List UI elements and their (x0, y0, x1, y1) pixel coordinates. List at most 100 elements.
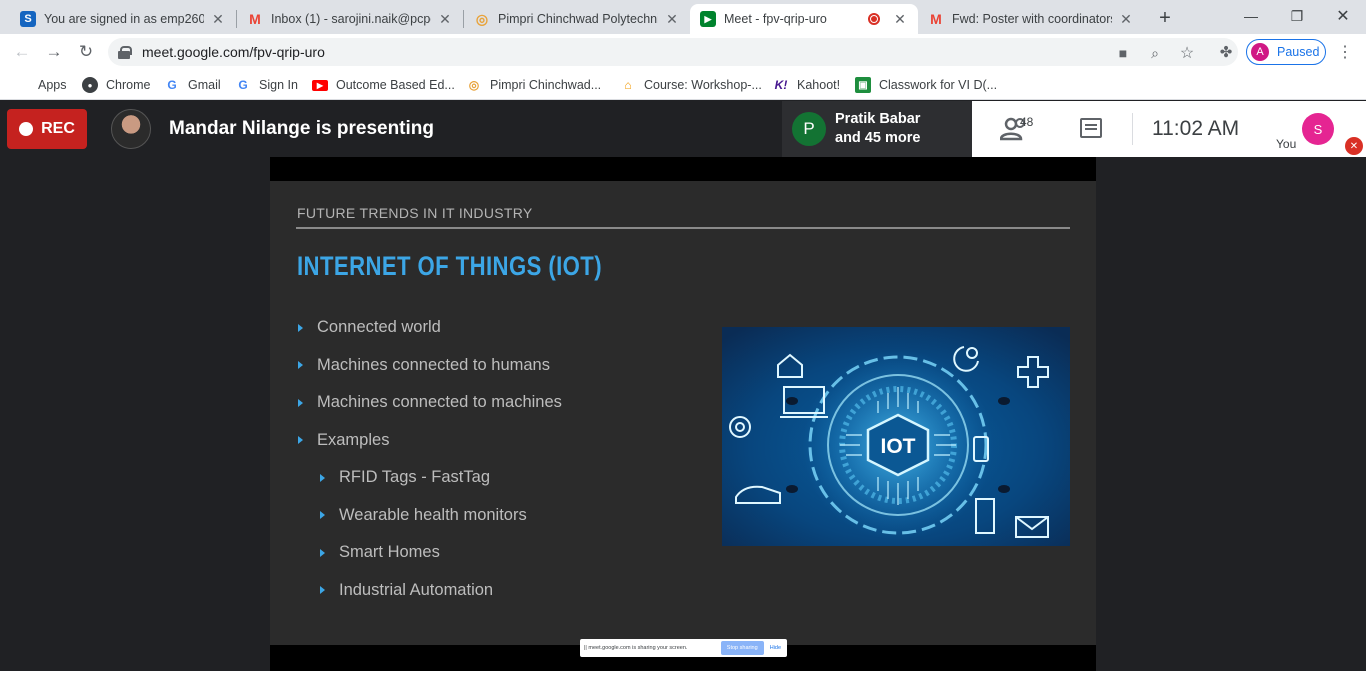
bookmark-chrome[interactable]: ● Chrome (82, 76, 150, 94)
bookmark-label: Chrome (106, 78, 151, 92)
bookmark-course-workshop[interactable]: ⌂ Course: Workshop-... (620, 76, 762, 94)
menu-kebab-icon[interactable]: ⋮ (1333, 40, 1357, 64)
profile-button[interactable]: A Paused (1246, 39, 1326, 65)
people-count-badge: 48 (1020, 115, 1034, 129)
tab-signed-in[interactable]: S You are signed in as emp260 ✕ (10, 4, 236, 34)
tab-meet-active[interactable]: ▶ Meet - fpv-qrip-uro ✕ (690, 4, 918, 34)
bullet-item: Machines connected to machines (298, 384, 562, 422)
bullet-arrow-icon (320, 586, 325, 595)
hide-button[interactable]: Hide (770, 645, 781, 651)
slide-rule (296, 227, 1070, 229)
presentation-stage: FUTURE TRENDS IN IT INDUSTRY INTERNET OF… (0, 157, 1366, 671)
screen-share-notice: || meet.google.com is sharing your scree… (580, 639, 787, 657)
browser-toolbar: ← → ↻ meet.google.com/fpv-qrip-uro ■ ⌕ ☆… (0, 34, 1366, 70)
sub-bullet-item: Smart Homes (298, 534, 562, 572)
bottom-strip (0, 671, 1366, 676)
gmail-icon: M (249, 11, 261, 27)
google-icon: G (167, 78, 177, 92)
tab-fwd-poster[interactable]: M Fwd: Poster with coordinators ✕ (918, 4, 1144, 34)
forward-button[interactable]: → (42, 40, 66, 64)
bookmark-label: Pimpri Chinchwad... (490, 78, 602, 92)
chat-icon[interactable] (1080, 118, 1102, 138)
bookmark-label: Kahoot! (797, 78, 841, 92)
participant-summary: Pratik Babar and 45 more (835, 110, 920, 148)
bullet-arrow-icon (320, 548, 325, 557)
bookmark-sign-in[interactable]: G Sign In (235, 76, 298, 94)
reload-button[interactable]: ↻ (74, 40, 98, 64)
restore-button[interactable]: ❐ (1274, 0, 1320, 32)
slide: FUTURE TRENDS IN IT INDUSTRY INTERNET OF… (270, 181, 1096, 657)
camera-icon[interactable]: ■ (1114, 44, 1132, 62)
iot-illustration: IOT (722, 327, 1070, 546)
bullet-arrow-icon (298, 361, 303, 370)
bookmark-outcome-based[interactable]: ▶ Outcome Based Ed... (312, 76, 455, 94)
sub-bullet-item: Industrial Automation (298, 572, 562, 610)
bookmark-pimpri-chinchwad[interactable]: ◎ Pimpri Chinchwad... (466, 76, 601, 94)
bookmark-label: Sign In (259, 78, 298, 92)
close-icon[interactable]: ✕ (210, 11, 226, 27)
bookmark-gmail[interactable]: G Gmail (164, 76, 220, 94)
bullet-arrow-icon (320, 511, 325, 520)
profile-status: Paused (1277, 45, 1320, 59)
profile-avatar: A (1251, 43, 1269, 61)
classroom-icon: ▣ (855, 77, 871, 93)
bookmark-label: Apps (38, 78, 67, 92)
bullet-text: Connected world (317, 318, 441, 337)
mic-off-icon: ✕ (1345, 137, 1363, 155)
sub-bullet-item: Wearable health monitors (298, 497, 562, 535)
address-bar[interactable]: meet.google.com/fpv-qrip-uro ■ ⌕ ☆ (108, 38, 1238, 66)
url-text[interactable]: meet.google.com/fpv-qrip-uro (142, 44, 325, 60)
participant-name: Pratik Babar (835, 111, 921, 127)
bullet-arrow-icon (320, 473, 325, 482)
tab-pimpri-chinchwad[interactable]: ◎ Pimpri Chinchwad Polytechnic ✕ (464, 4, 690, 34)
bullet-arrow-icon (298, 323, 303, 332)
bullet-text: Examples (317, 430, 390, 449)
bookmark-apps[interactable]: Apps (14, 76, 67, 94)
stop-sharing-button[interactable]: Stop sharing (720, 641, 764, 655)
kahoot-icon: K! (774, 78, 788, 92)
new-tab-button[interactable]: + (1153, 6, 1177, 30)
tab-inbox[interactable]: M Inbox (1) - sarojini.naik@pcpol ✕ (237, 4, 463, 34)
chrome-icon: ● (82, 77, 98, 93)
meet-header-bar: REC Mandar Nilange is presenting P Prati… (0, 101, 1366, 157)
you-label: You (1276, 137, 1297, 151)
recording-indicator-icon (868, 13, 880, 25)
close-window-button[interactable]: ✕ (1320, 0, 1366, 32)
minimize-button[interactable]: — (1228, 0, 1274, 32)
sub-bullet-item: RFID Tags - FastTag (298, 459, 562, 497)
close-icon[interactable]: ✕ (1118, 11, 1134, 27)
bookmark-kahoot[interactable]: K! Kahoot! (773, 76, 840, 94)
bookmark-classwork[interactable]: ▣ Classwork for VI D(... (855, 76, 997, 94)
close-icon[interactable]: ✕ (892, 11, 908, 27)
bookmark-star-icon[interactable]: ☆ (1178, 44, 1196, 62)
bookmark-label: Outcome Based Ed... (336, 78, 455, 92)
meet-controls-panel: 48 11:02 AM You S ✕ (972, 101, 1366, 157)
tab-title: Fwd: Poster with coordinators (952, 12, 1112, 26)
bookmark-label: Classwork for VI D(... (879, 78, 998, 92)
iot-label: IOT (881, 435, 916, 458)
lock-icon[interactable] (118, 46, 132, 59)
bookmarks-bar: Apps ● Chrome G Gmail G Sign In ▶ Outcom… (0, 70, 1366, 100)
bullet-text: Smart Homes (339, 543, 440, 562)
bullet-text: Industrial Automation (339, 580, 494, 599)
bullet-item: Connected world (298, 309, 562, 347)
extensions-puzzle-icon[interactable]: ✤ (1214, 40, 1238, 64)
bullet-arrow-icon (298, 398, 303, 407)
close-icon[interactable]: ✕ (664, 11, 680, 27)
close-icon[interactable]: ✕ (437, 11, 453, 27)
share-notice-text: || meet.google.com is sharing your scree… (584, 645, 688, 651)
zoom-icon[interactable]: ⌕ (1146, 44, 1164, 62)
self-avatar[interactable]: S (1302, 113, 1334, 145)
presenter-avatar (111, 109, 151, 149)
participant-chip[interactable]: P Pratik Babar and 45 more (782, 101, 972, 157)
recording-badge[interactable]: REC (7, 109, 87, 149)
college-icon: ◎ (468, 78, 480, 92)
bullet-text: Machines connected to machines (317, 393, 562, 412)
gmail-icon: M (930, 11, 942, 27)
presenter-text: Mandar Nilange is presenting (169, 118, 434, 139)
course-icon: ⌂ (624, 78, 632, 92)
google-icon: G (238, 78, 248, 92)
participant-avatar: P (792, 112, 826, 146)
back-button[interactable]: ← (10, 40, 34, 64)
shared-screen-frame: FUTURE TRENDS IN IT INDUSTRY INTERNET OF… (270, 157, 1096, 671)
